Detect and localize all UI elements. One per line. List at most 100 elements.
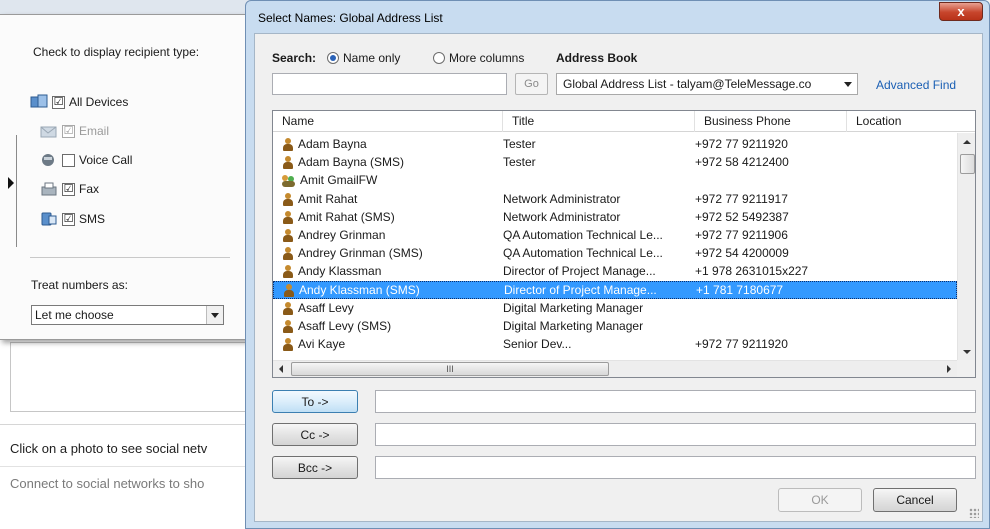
table-row[interactable]: Adam Bayna (SMS) Tester +972 58 4212400 — [273, 153, 957, 171]
phone-cell: +972 54 4200009 — [695, 246, 789, 260]
contact-name: Asaff Levy — [298, 301, 354, 315]
scroll-up-icon[interactable] — [963, 140, 971, 144]
ok-button[interactable]: OK — [778, 488, 862, 512]
contact-icon — [282, 319, 294, 333]
title-cell: Digital Marketing Manager — [503, 319, 644, 333]
advanced-find-link[interactable]: Advanced Find — [876, 78, 956, 92]
more-columns-radio[interactable]: More columns — [433, 51, 524, 65]
address-list[interactable]: Name Title Business Phone Location Adam … — [272, 110, 976, 378]
scroll-left-icon[interactable] — [279, 365, 283, 373]
more-columns-label: More columns — [449, 51, 525, 65]
title-cell: Director of Project Manage... — [503, 264, 656, 278]
table-row[interactable]: Adam Bayna Tester +972 77 9211920 — [273, 135, 957, 153]
column-header-name[interactable]: Name — [273, 111, 503, 132]
column-header-title[interactable]: Title — [503, 111, 695, 132]
table-row[interactable]: Amit GmailFW — [273, 171, 957, 189]
table-row[interactable]: Andrey Grinman (SMS) QA Automation Techni… — [273, 244, 957, 262]
contact-name: Amit Rahat (SMS) — [298, 210, 395, 224]
phone-cell: +972 77 9211920 — [695, 137, 788, 151]
all-devices-checkbox[interactable]: ☑ — [52, 95, 65, 109]
contact-name: Adam Bayna — [298, 137, 367, 151]
title-cell: QA Automation Technical Le... — [503, 246, 663, 260]
radio-unselected-icon — [433, 52, 445, 64]
recipient-type-all-devices[interactable]: ☑ All Devices — [30, 94, 128, 110]
scroll-grip-icon: III — [446, 364, 454, 374]
name-only-radio[interactable]: Name only — [327, 51, 400, 65]
fax-checkbox[interactable]: ☑ — [62, 182, 75, 196]
contact-name: Andrey Grinman (SMS) — [298, 246, 423, 260]
horizontal-scroll-thumb[interactable]: III — [291, 362, 609, 376]
title-cell: Network Administrator — [503, 192, 621, 206]
title-cell: Network Administrator — [503, 210, 621, 224]
background-divider — [0, 466, 250, 467]
popup-divider — [30, 257, 230, 258]
recipient-type-email[interactable]: ☑ Email — [40, 123, 109, 139]
fax-icon — [40, 181, 58, 197]
connect-social-link[interactable]: Connect to social networks to sho — [10, 476, 204, 491]
contact-name: Adam Bayna (SMS) — [298, 155, 405, 169]
name-only-label: Name only — [343, 51, 401, 65]
recipient-type-fax[interactable]: ☑ Fax — [40, 181, 99, 197]
social-network-hint[interactable]: Click on a photo to see social netv — [10, 441, 207, 456]
contact-name: Andrey Grinman — [298, 228, 386, 242]
contact-icon — [282, 337, 294, 351]
phone-cell: +972 52 5492387 — [695, 210, 789, 224]
dialog-titlebar[interactable]: Select Names: Global Address List x — [246, 1, 989, 33]
name-cell: Avi Kaye — [273, 337, 503, 351]
search-label: Search: — [272, 51, 317, 65]
scrollbar-corner — [957, 360, 975, 377]
go-button[interactable]: Go — [515, 73, 548, 95]
device-group-bracket — [16, 135, 18, 247]
search-input[interactable] — [272, 73, 507, 95]
close-button[interactable]: x — [939, 2, 983, 21]
name-cell: Adam Bayna (SMS) — [273, 155, 503, 169]
cc-button[interactable]: Cc -> — [272, 423, 358, 446]
table-row[interactable]: Asaff Levy (SMS) Digital Marketing Manage… — [273, 317, 957, 335]
expand-arrow-icon[interactable] — [8, 177, 14, 189]
dropdown-button[interactable] — [206, 306, 223, 324]
cancel-button[interactable]: Cancel — [873, 488, 957, 512]
recipient-type-voice-call[interactable]: Voice Call — [40, 152, 132, 168]
cc-field[interactable] — [375, 423, 976, 446]
table-row[interactable]: Andy Klassman Director of Project Manage.… — [273, 262, 957, 280]
phone-icon — [40, 152, 58, 168]
name-cell: Andy Klassman (SMS) — [274, 283, 504, 297]
address-book-select[interactable]: Global Address List - talyam@TeleMessage… — [556, 73, 858, 95]
column-header-phone[interactable]: Business Phone — [695, 111, 847, 132]
title-cell: Senior Dev... — [503, 337, 572, 351]
treat-numbers-select[interactable]: Let me choose — [31, 305, 224, 325]
to-button[interactable]: To -> — [272, 390, 358, 413]
column-header-location[interactable]: Location — [847, 111, 975, 132]
table-row[interactable]: Amit Rahat (SMS) Network Administrator +97… — [273, 208, 957, 226]
bcc-button[interactable]: Bcc -> — [272, 456, 358, 479]
chevron-down-icon — [211, 312, 219, 318]
vertical-scrollbar[interactable] — [957, 133, 975, 361]
table-row[interactable]: Andy Klassman (SMS) Director of Project M… — [273, 281, 957, 299]
phone-cell: +972 77 9211920 — [695, 337, 788, 351]
table-row[interactable]: Andrey Grinman QA Automation Technical Le… — [273, 226, 957, 244]
recipient-type-sms[interactable]: ☑ SMS — [40, 211, 105, 227]
name-cell: Amit Rahat (SMS) — [273, 210, 503, 224]
email-checkbox[interactable]: ☑ — [62, 124, 75, 138]
name-cell: Amit GmailFW — [273, 173, 503, 187]
name-cell: Asaff Levy — [273, 301, 503, 315]
bcc-field[interactable] — [375, 456, 976, 479]
table-row[interactable]: Asaff Levy Digital Marketing Manager — [273, 299, 957, 317]
address-book-label: Address Book — [556, 51, 638, 65]
scroll-thumb[interactable] — [960, 154, 975, 174]
background-people-box — [10, 342, 250, 412]
name-cell: Andy Klassman — [273, 264, 503, 278]
resize-grip-icon[interactable] — [969, 508, 979, 518]
scroll-right-icon[interactable] — [947, 365, 951, 373]
sms-checkbox[interactable]: ☑ — [62, 212, 75, 226]
phone-cell: +972 77 9211917 — [695, 192, 788, 206]
table-row[interactable]: Avi Kaye Senior Dev... +972 77 9211920 — [273, 335, 957, 353]
scroll-down-icon[interactable] — [963, 350, 971, 354]
contact-name: Andy Klassman (SMS) — [299, 283, 420, 297]
background-divider — [0, 424, 250, 425]
table-row[interactable]: Amit Rahat Network Administrator +972 77 9… — [273, 190, 957, 208]
to-field[interactable] — [375, 390, 976, 413]
horizontal-scrollbar[interactable]: III — [273, 360, 957, 377]
name-cell: Adam Bayna — [273, 137, 503, 151]
voice-call-checkbox[interactable] — [62, 153, 75, 167]
